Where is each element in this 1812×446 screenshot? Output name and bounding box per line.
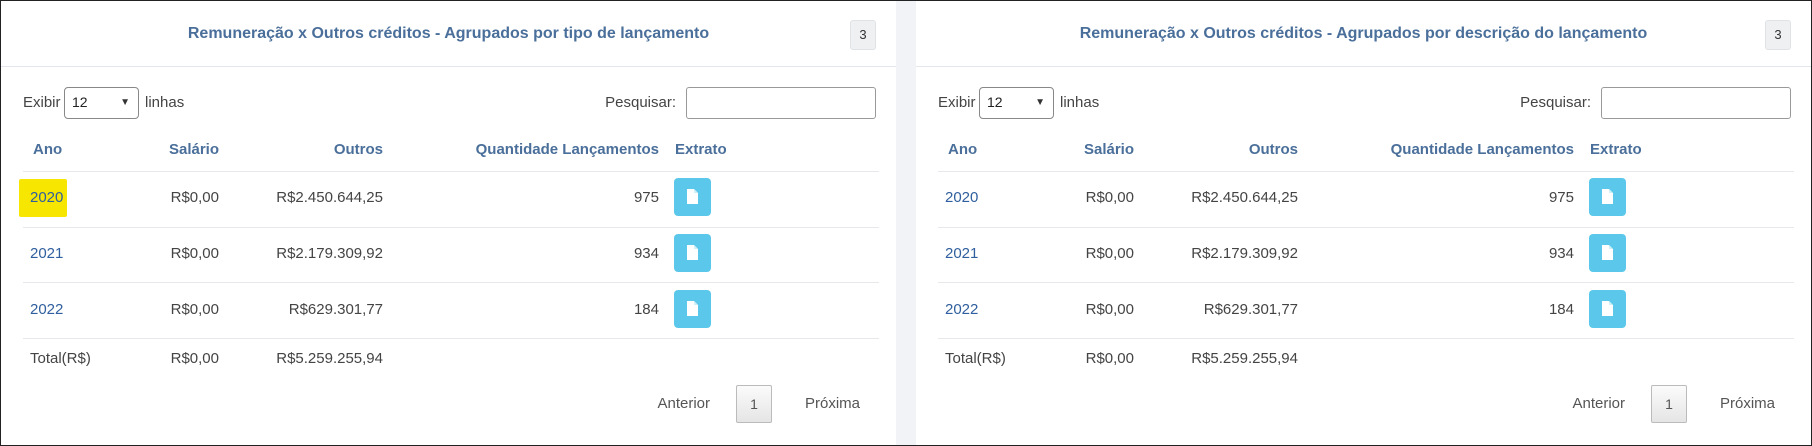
panel-por-tipo: Remuneração x Outros créditos - Agrupado…	[1, 1, 896, 445]
pdf-document-icon	[687, 301, 698, 316]
length-value: 12	[72, 94, 88, 110]
pagination: Anterior 1 Próxima	[1572, 385, 1775, 423]
chevron-down-icon: ▼	[120, 97, 130, 108]
extrato-button[interactable]	[1589, 234, 1626, 272]
row-divider	[23, 282, 879, 283]
column-header-quantidade[interactable]: Quantidade Lançamentos	[1391, 141, 1574, 158]
column-header-salario[interactable]: Salário	[169, 141, 219, 158]
column-header-ano[interactable]: Ano	[33, 141, 62, 158]
search-input[interactable]	[1601, 87, 1791, 119]
outros-cell: R$2.450.644,25	[276, 189, 383, 206]
page-number-button[interactable]: 1	[736, 385, 772, 423]
header-divider	[23, 171, 879, 172]
year-link[interactable]: 2020	[945, 189, 978, 206]
column-header-quantidade[interactable]: Quantidade Lançamentos	[476, 141, 659, 158]
outros-cell: R$2.179.309,92	[276, 245, 383, 262]
table-controls: Exibir 12 ▼ linhas Pesquisar:	[23, 87, 876, 119]
search-label: Pesquisar:	[1520, 94, 1591, 111]
year-link[interactable]: 2021	[945, 245, 978, 262]
quantidade-cell: 975	[1548, 189, 1574, 206]
pdf-document-icon	[1602, 245, 1613, 260]
quantidade-cell: 975	[633, 189, 659, 206]
next-page-button[interactable]: Próxima	[805, 395, 860, 412]
salario-cell: R$0,00	[170, 301, 219, 318]
outros-cell: R$629.301,77	[1203, 301, 1298, 318]
total-salario: R$0,00	[170, 350, 219, 367]
row-divider	[938, 227, 1794, 228]
column-header-salario[interactable]: Salário	[1084, 141, 1134, 158]
total-salario: R$0,00	[1085, 350, 1134, 367]
length-value: 12	[987, 94, 1003, 110]
pdf-document-icon	[687, 245, 698, 260]
salario-cell: R$0,00	[1085, 301, 1134, 318]
quantidade-cell: 184	[633, 301, 659, 318]
count-badge: 3	[850, 20, 876, 50]
extrato-button[interactable]	[674, 290, 711, 328]
pdf-document-icon	[1602, 301, 1613, 316]
table-controls: Exibir 12 ▼ linhas Pesquisar:	[938, 87, 1791, 119]
extrato-button[interactable]	[1589, 178, 1626, 216]
panel-header: Remuneração x Outros créditos - Agrupado…	[1, 1, 896, 67]
column-header-extrato: Extrato	[1590, 141, 1642, 158]
pdf-document-icon	[687, 189, 698, 204]
extrato-button[interactable]	[674, 234, 711, 272]
year-link[interactable]: 2022	[30, 301, 63, 318]
previous-page-button[interactable]: Anterior	[657, 395, 710, 412]
quantidade-cell: 934	[633, 245, 659, 262]
year-link[interactable]: 2021	[30, 245, 63, 262]
quantidade-cell: 184	[1548, 301, 1574, 318]
panel-header: Remuneração x Outros créditos - Agrupado…	[916, 1, 1811, 67]
length-suffix: linhas	[1060, 94, 1100, 111]
extrato-button[interactable]	[1589, 290, 1626, 328]
salario-cell: R$0,00	[170, 189, 219, 206]
header-divider	[938, 171, 1794, 172]
length-select[interactable]: 12 ▼	[979, 87, 1054, 119]
column-header-outros[interactable]: Outros	[1249, 141, 1298, 158]
panel-title: Remuneração x Outros créditos - Agrupado…	[1079, 25, 1648, 42]
outros-cell: R$2.450.644,25	[1191, 189, 1298, 206]
outros-cell: R$2.179.309,92	[1191, 245, 1298, 262]
year-link[interactable]: 2020	[30, 189, 63, 206]
outros-cell: R$629.301,77	[288, 301, 383, 318]
panel-por-descricao: Remuneração x Outros créditos - Agrupado…	[916, 1, 1811, 445]
next-page-button[interactable]: Próxima	[1720, 395, 1775, 412]
search-input[interactable]	[686, 87, 876, 119]
total-label: Total(R$)	[30, 350, 91, 367]
pagination: Anterior 1 Próxima	[657, 385, 860, 423]
total-outros: R$5.259.255,94	[276, 350, 383, 367]
salario-cell: R$0,00	[170, 245, 219, 262]
page-number-button[interactable]: 1	[1651, 385, 1687, 423]
length-label: Exibir	[23, 94, 61, 111]
previous-page-button[interactable]: Anterior	[1572, 395, 1625, 412]
row-divider	[23, 227, 879, 228]
quantidade-cell: 934	[1548, 245, 1574, 262]
panel-title: Remuneração x Outros créditos - Agrupado…	[187, 25, 710, 42]
row-divider	[938, 338, 1794, 339]
length-label: Exibir	[938, 94, 976, 111]
row-divider	[938, 282, 1794, 283]
panel-divider	[896, 1, 916, 445]
total-label: Total(R$)	[945, 350, 1006, 367]
row-divider	[23, 338, 879, 339]
year-link[interactable]: 2022	[945, 301, 978, 318]
extrato-button[interactable]	[674, 178, 711, 216]
length-select[interactable]: 12 ▼	[64, 87, 139, 119]
pdf-document-icon	[1602, 189, 1613, 204]
total-outros: R$5.259.255,94	[1191, 350, 1298, 367]
column-header-extrato: Extrato	[675, 141, 727, 158]
chevron-down-icon: ▼	[1035, 97, 1045, 108]
column-header-ano[interactable]: Ano	[948, 141, 977, 158]
length-suffix: linhas	[145, 94, 185, 111]
search-label: Pesquisar:	[605, 94, 676, 111]
count-badge: 3	[1765, 20, 1791, 50]
column-header-outros[interactable]: Outros	[334, 141, 383, 158]
salario-cell: R$0,00	[1085, 245, 1134, 262]
salario-cell: R$0,00	[1085, 189, 1134, 206]
